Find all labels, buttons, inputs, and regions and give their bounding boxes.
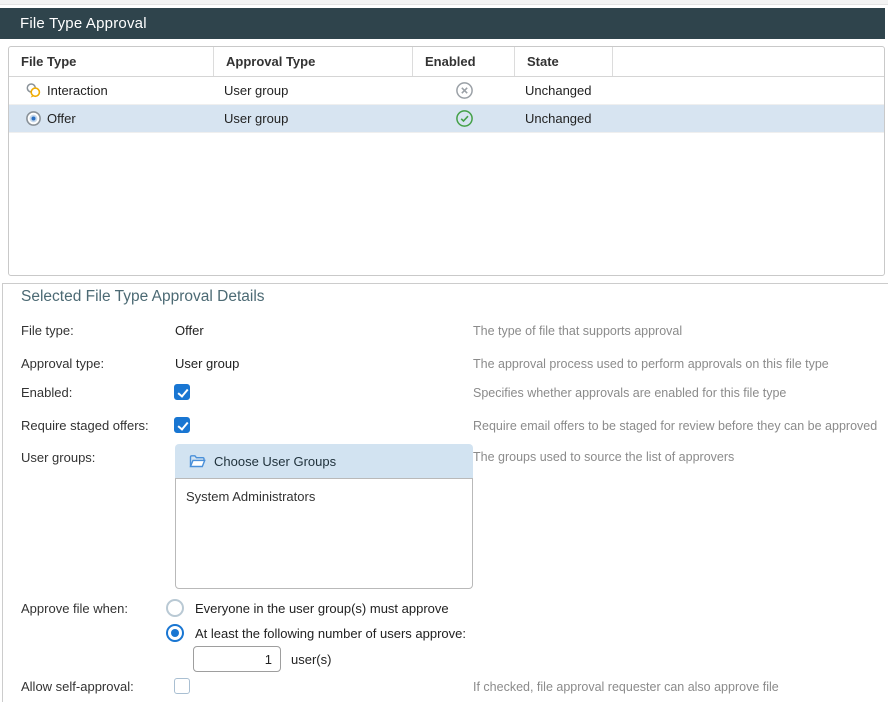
enabled-description: Specifies whether approvals are enabled … — [473, 386, 786, 400]
enabled-checkbox[interactable] — [174, 384, 190, 400]
table-row-selected[interactable]: Offer User group Unchanged — [9, 105, 884, 133]
at-least-number-approve-label: At least the following number of users a… — [195, 626, 466, 641]
details-heading: Selected File Type Approval Details — [21, 288, 265, 306]
approval-type-cell: User group — [214, 105, 413, 132]
require-staged-offers-label: Require staged offers: — [21, 418, 149, 433]
table-row[interactable]: Interaction User group Unchanged — [9, 77, 884, 105]
column-header-spacer — [613, 47, 884, 76]
state-cell: Unchanged — [515, 77, 613, 104]
require-staged-offers-description: Require email offers to be staged for re… — [473, 419, 877, 433]
file-type-approval-screen: File Type Approval File Type Approval Ty… — [0, 0, 888, 702]
file-type-cell: Offer — [47, 111, 76, 126]
state-cell: Unchanged — [515, 105, 613, 132]
choose-user-groups-button[interactable]: Choose User Groups — [175, 444, 473, 478]
file-type-table: File Type Approval Type Enabled State In… — [8, 46, 885, 276]
approver-count-input[interactable] — [193, 646, 281, 672]
everyone-must-approve-radio[interactable] — [166, 599, 184, 617]
offer-icon — [25, 110, 42, 127]
allow-self-approval-label: Allow self-approval: — [21, 679, 134, 694]
file-type-value: Offer — [175, 323, 204, 338]
everyone-must-approve-label: Everyone in the user group(s) must appro… — [195, 601, 449, 616]
file-type-cell: Interaction — [47, 83, 108, 98]
user-groups-widget: Choose User Groups System Administrators — [175, 444, 473, 589]
column-header-state[interactable]: State — [515, 47, 613, 76]
page-title: File Type Approval — [20, 15, 147, 32]
approver-count-suffix: user(s) — [291, 652, 331, 667]
allow-self-approval-checkbox[interactable] — [174, 678, 190, 694]
file-type-description: The type of file that supports approval — [473, 324, 682, 338]
require-staged-offers-checkbox[interactable] — [174, 417, 190, 433]
file-type-label: File type: — [21, 323, 74, 338]
disabled-status-icon — [455, 81, 474, 100]
approve-file-when-label: Approve file when: — [21, 601, 128, 616]
approval-type-cell: User group — [214, 77, 413, 104]
details-panel: Selected File Type Approval Details File… — [2, 283, 888, 702]
column-header-enabled[interactable]: Enabled — [413, 47, 515, 76]
enabled-label: Enabled: — [21, 385, 72, 400]
interaction-icon — [25, 82, 42, 99]
user-group-list-item[interactable]: System Administrators — [176, 479, 472, 510]
approval-type-label: Approval type: — [21, 356, 104, 371]
page-title-bar: File Type Approval — [0, 8, 885, 39]
open-folder-icon — [189, 454, 206, 469]
user-groups-label: User groups: — [21, 450, 95, 465]
approval-type-value: User group — [175, 356, 239, 371]
approval-type-description: The approval process used to perform app… — [473, 357, 829, 371]
allow-self-approval-description: If checked, file approval requester can … — [473, 680, 779, 694]
at-least-number-approve-radio[interactable] — [166, 624, 184, 642]
top-divider — [0, 0, 888, 5]
column-header-approval-type[interactable]: Approval Type — [214, 47, 413, 76]
column-header-file-type[interactable]: File Type — [9, 47, 214, 76]
table-header-row: File Type Approval Type Enabled State — [9, 47, 884, 77]
user-groups-description: The groups used to source the list of ap… — [473, 450, 734, 464]
user-groups-list[interactable]: System Administrators — [175, 478, 473, 589]
enabled-status-icon — [455, 109, 474, 128]
choose-user-groups-label: Choose User Groups — [214, 454, 336, 469]
